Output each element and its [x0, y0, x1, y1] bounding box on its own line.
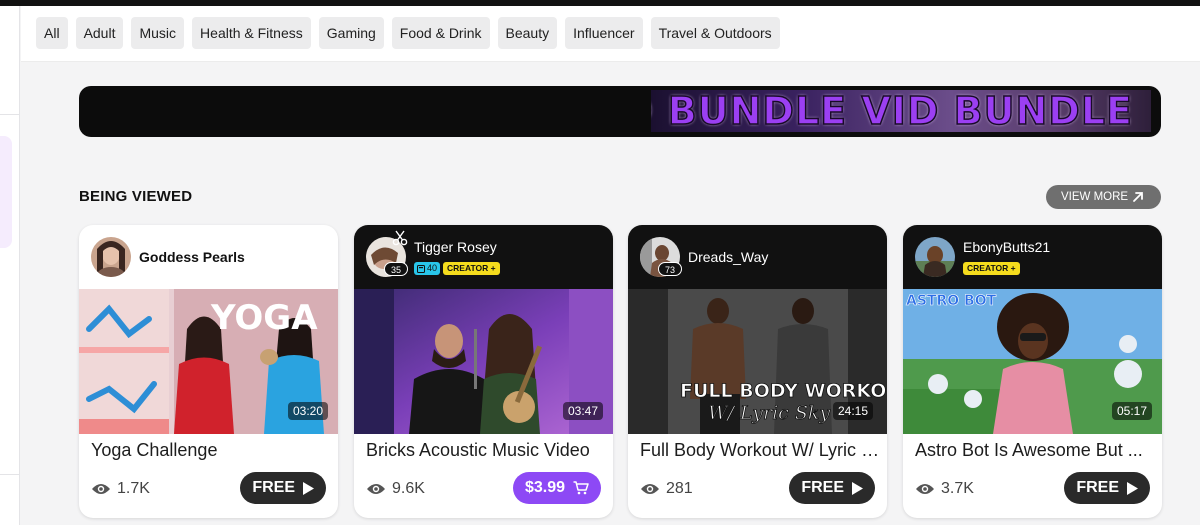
- creator-name[interactable]: Tigger Rosey: [414, 239, 497, 255]
- price-label: FREE: [801, 479, 844, 496]
- banner-text: D BUNDLE VID BUNDLE: [651, 90, 1133, 132]
- view-more-label: VIEW MORE: [1061, 191, 1129, 203]
- view-count-value: 281: [666, 480, 693, 497]
- video-card[interactable]: 73 Dreads_Way FULL BODY WORKOUT W/ Lyric…: [628, 225, 887, 518]
- content-count-tag: 40: [414, 262, 441, 275]
- play-icon: [852, 481, 863, 495]
- video-card[interactable]: 35 Tigger Rosey 40 CREATOR + 03:47 Brick…: [354, 225, 613, 518]
- sidebar-active-indicator[interactable]: [0, 136, 12, 248]
- category-chip-food-drink[interactable]: Food & Drink: [391, 17, 490, 49]
- category-chip-gaming[interactable]: Gaming: [318, 17, 384, 49]
- video-title[interactable]: Bricks Acoustic Music Video: [366, 440, 606, 461]
- play-icon: [1127, 481, 1138, 495]
- arrow-up-right-icon: [1133, 192, 1143, 202]
- banner-image: D BUNDLE VID BUNDLE: [651, 90, 1151, 132]
- thumbnail-subcaption: W/ Lyric Sky: [708, 402, 830, 424]
- creator-plus-badge: CREATOR +: [443, 262, 500, 275]
- thumbnail-caption: FULL BODY WORKOUT: [680, 380, 887, 402]
- view-count-value: 1.7K: [117, 480, 150, 497]
- sidebar-divider: [0, 114, 20, 115]
- media-icon: [417, 264, 425, 273]
- thumbnail-caption: YOGA: [210, 298, 318, 338]
- video-duration: 24:15: [832, 402, 873, 420]
- video-thumbnail[interactable]: FULL BODY WORKOUT W/ Lyric Sky 24:15: [628, 289, 887, 434]
- content-count: 40: [427, 263, 438, 273]
- creator-name[interactable]: Goddess Pearls: [139, 249, 245, 265]
- card-header: 35 Tigger Rosey 40 CREATOR +: [354, 225, 613, 289]
- video-card[interactable]: Goddess Pearls YOGA 03:20 Yoga Challenge…: [79, 225, 338, 518]
- creator-name[interactable]: Dreads_Way: [688, 249, 768, 265]
- price-label: $3.99: [524, 479, 565, 496]
- cart-icon: [573, 481, 589, 495]
- view-count: 281: [640, 479, 693, 499]
- view-count: 9.6K: [366, 479, 425, 499]
- category-chip-music[interactable]: Music: [131, 17, 185, 49]
- view-count-value: 3.7K: [941, 480, 974, 497]
- scissors-icon: [392, 230, 408, 246]
- category-chip-adult[interactable]: Adult: [75, 17, 124, 49]
- category-chip-health-fitness[interactable]: Health & Fitness: [192, 17, 311, 49]
- video-duration: 03:20: [287, 402, 328, 420]
- view-count: 1.7K: [91, 479, 150, 499]
- thumbnail-caption: ASTRO BOT: [906, 293, 997, 309]
- avatar[interactable]: [915, 237, 955, 277]
- view-count-value: 9.6K: [392, 480, 425, 497]
- creator-tags: CREATOR +: [963, 262, 1020, 275]
- creator-name[interactable]: EbonyButts21: [963, 239, 1050, 255]
- video-title[interactable]: Full Body Workout W/ Lyric Sky: [640, 440, 880, 461]
- avatar-count-badge: 73: [658, 262, 682, 276]
- creator-tags: 40 CREATOR +: [414, 262, 500, 275]
- buy-button[interactable]: $3.99: [512, 472, 601, 504]
- eye-icon: [92, 484, 110, 494]
- category-bar: All Adult Music Health & Fitness Gaming …: [21, 6, 1200, 62]
- promo-banner[interactable]: D BUNDLE VID BUNDLE: [79, 86, 1161, 137]
- video-duration: 03:47: [562, 402, 603, 420]
- creator-plus-badge: CREATOR +: [963, 262, 1020, 275]
- category-chip-beauty[interactable]: Beauty: [497, 17, 558, 49]
- free-button[interactable]: FREE: [789, 472, 875, 504]
- video-card[interactable]: EbonyButts21 CREATOR + ASTRO BOT 05:17 A…: [903, 225, 1162, 518]
- free-button[interactable]: FREE: [240, 472, 326, 504]
- video-duration: 05:17: [1111, 402, 1152, 420]
- price-label: FREE: [252, 479, 295, 496]
- card-header: 73 Dreads_Way: [628, 225, 887, 289]
- play-icon: [303, 481, 314, 495]
- sidebar: [0, 6, 20, 525]
- avatar[interactable]: [91, 237, 131, 277]
- eye-icon: [367, 484, 385, 494]
- card-header: EbonyButts21 CREATOR +: [903, 225, 1162, 289]
- price-label: FREE: [1076, 479, 1119, 496]
- video-title[interactable]: Astro Bot Is Awesome But ...: [915, 440, 1155, 461]
- eye-icon: [916, 484, 934, 494]
- avatar-count-badge: 35: [384, 262, 408, 276]
- video-thumbnail[interactable]: ASTRO BOT 05:17: [903, 289, 1162, 434]
- sidebar-divider: [0, 474, 20, 475]
- card-header: Goddess Pearls: [79, 225, 338, 289]
- category-chip-travel-outdoors[interactable]: Travel & Outdoors: [650, 17, 780, 49]
- video-thumbnail[interactable]: YOGA 03:20: [79, 289, 338, 434]
- section-title: BEING VIEWED: [79, 188, 193, 205]
- video-thumbnail[interactable]: 03:47: [354, 289, 613, 434]
- eye-icon: [641, 484, 659, 494]
- category-chip-all[interactable]: All: [36, 17, 68, 49]
- video-title[interactable]: Yoga Challenge: [91, 440, 331, 461]
- category-chip-influencer[interactable]: Influencer: [565, 17, 643, 49]
- view-more-button[interactable]: VIEW MORE: [1046, 185, 1161, 209]
- view-count: 3.7K: [915, 479, 974, 499]
- free-button[interactable]: FREE: [1064, 472, 1150, 504]
